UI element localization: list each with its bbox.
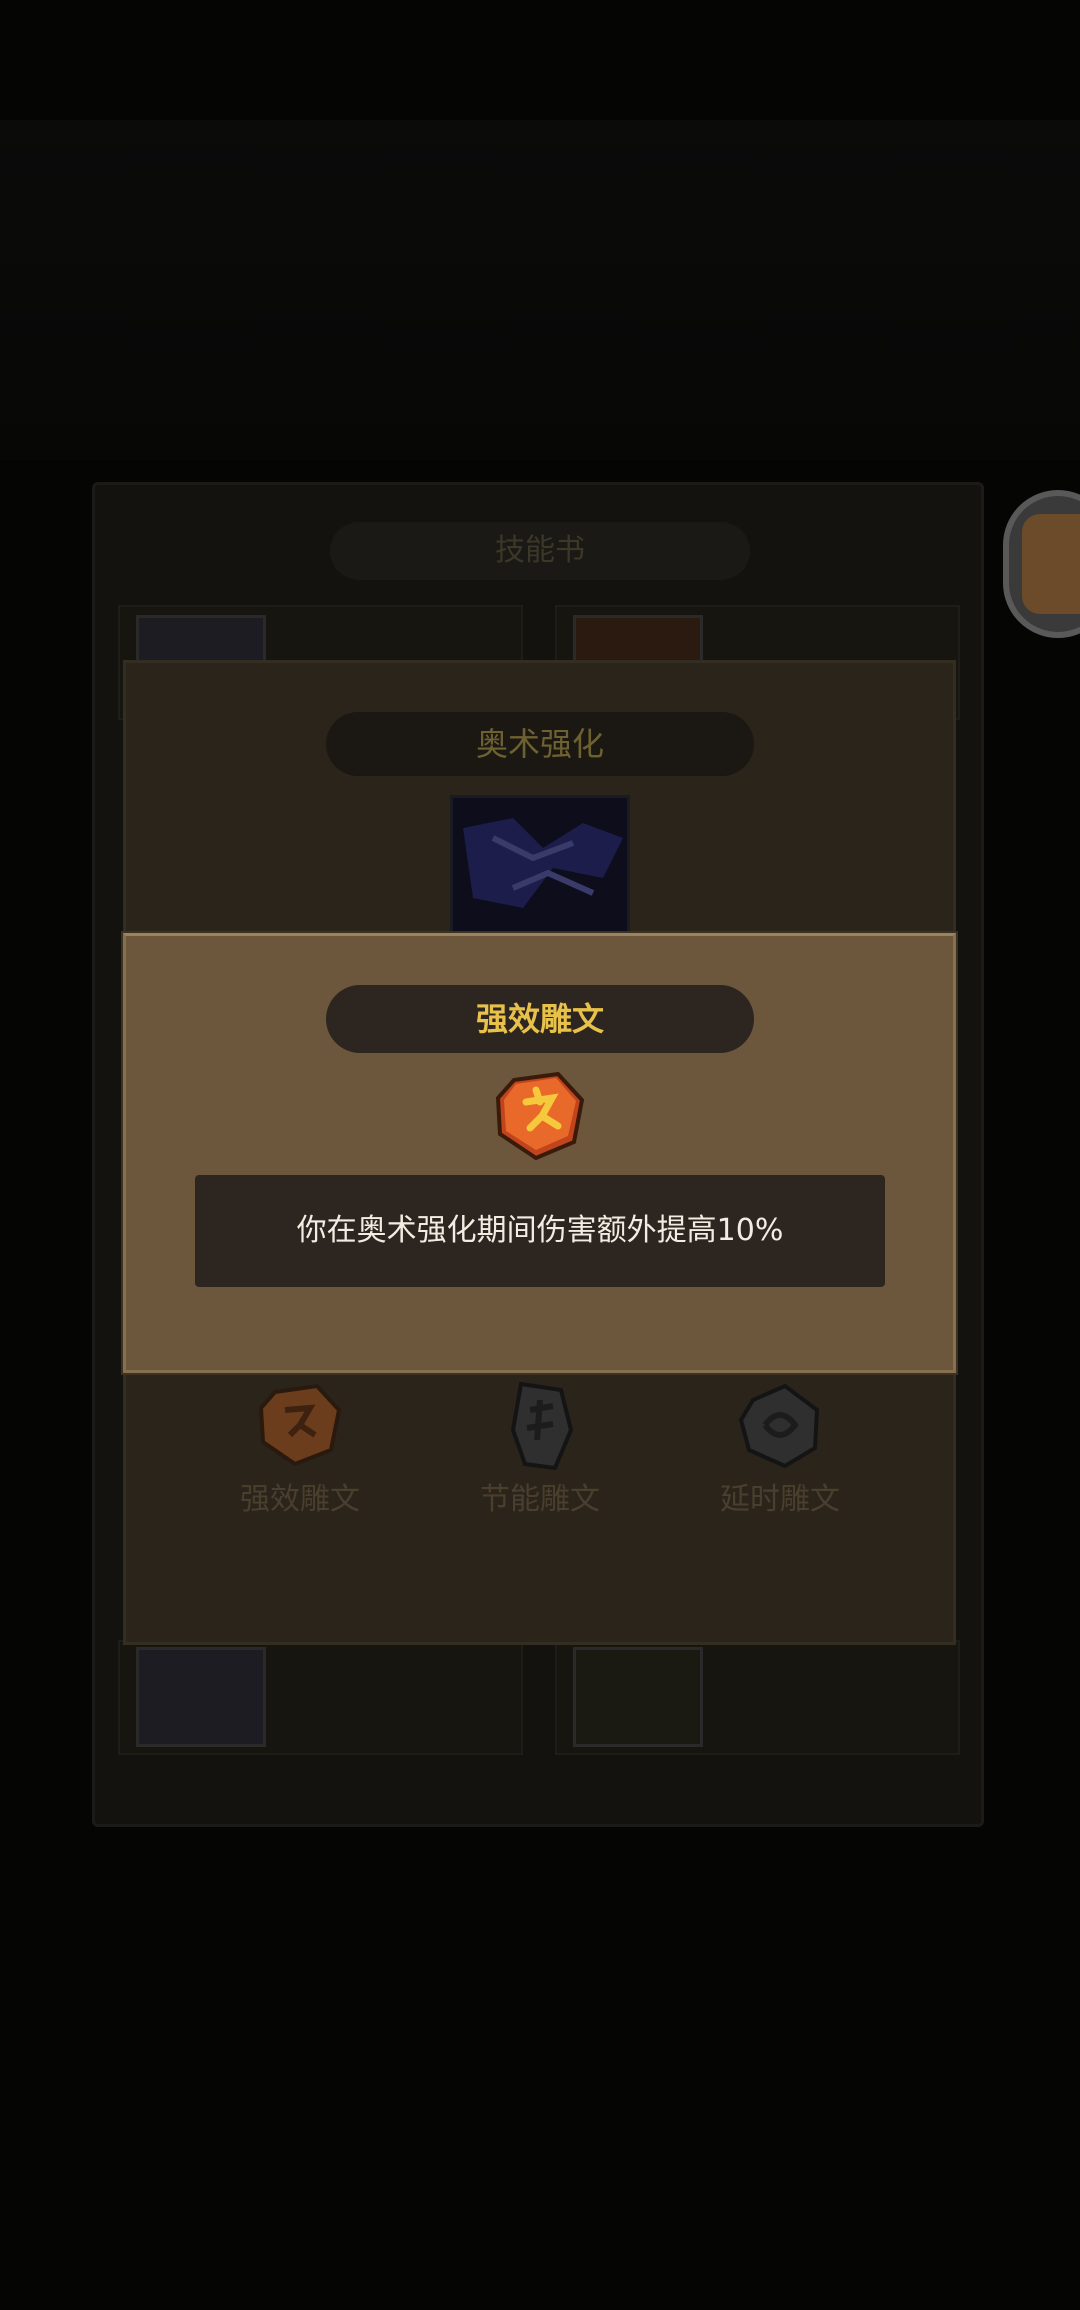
potent-rune-icon: [258, 1383, 342, 1467]
arcane-boost-title: 奥术强化: [326, 712, 754, 776]
rune-option-delayed[interactable]: 延时雕文: [695, 1380, 865, 1520]
rune-option-label: 强效雕文: [240, 1482, 360, 1517]
skill-card: [118, 1640, 523, 1755]
flaming-rune-icon: [492, 1068, 587, 1163]
side-menu-icon: [1022, 514, 1080, 614]
skillbook-title: 技能书: [330, 522, 750, 580]
rune-option-efficient[interactable]: 节能雕文: [455, 1380, 625, 1520]
rune-detail-title: 强效雕文: [326, 985, 754, 1053]
skill-card: [555, 1640, 960, 1755]
rune-option-label: 节能雕文: [480, 1482, 600, 1517]
arcane-skill-icon: [450, 795, 630, 935]
efficient-rune-icon: [510, 1381, 574, 1471]
rune-description: 你在奥术强化期间伤害额外提高10%: [195, 1175, 885, 1287]
rune-option-label: 延时雕文: [720, 1482, 840, 1517]
background-header-band: [0, 120, 1080, 460]
delayed-rune-icon: [738, 1383, 820, 1469]
rune-option-potent[interactable]: 强效雕文: [215, 1380, 385, 1520]
